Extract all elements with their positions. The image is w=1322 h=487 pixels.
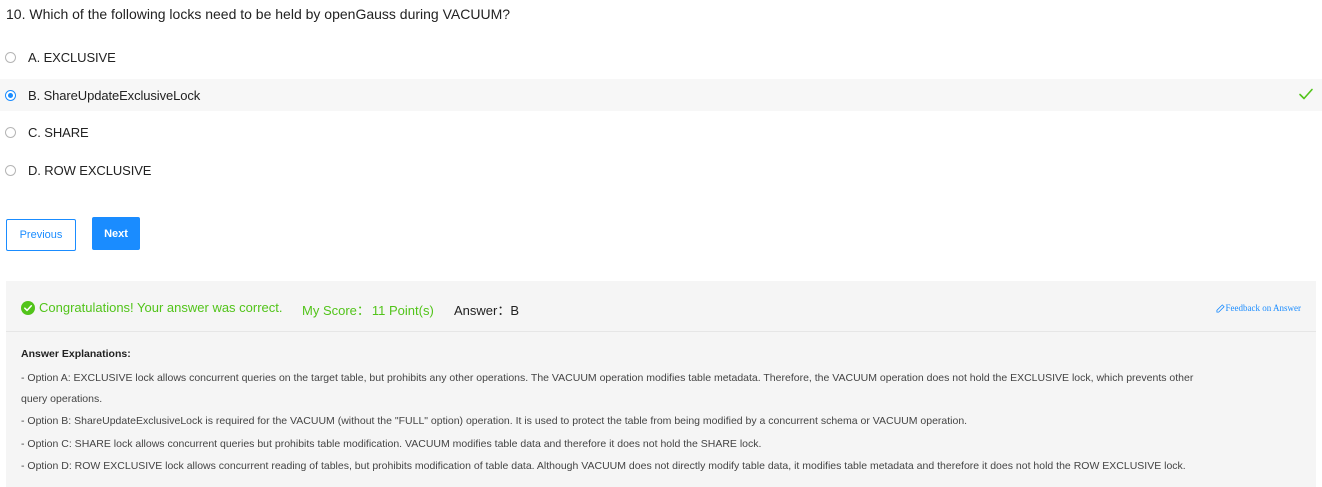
result-panel: Congratulations! Your answer was correct… (6, 281, 1316, 487)
radio-button-checked[interactable] (5, 89, 16, 101)
radio-button[interactable] (5, 51, 16, 63)
explanation-line: - Option B: ShareUpdateExclusiveLock is … (21, 415, 968, 427)
explanation-line: - Option C: SHARE lock allows concurrent… (21, 438, 762, 450)
radio-button[interactable] (5, 126, 16, 138)
answer-label: Answer： (454, 303, 511, 318)
congrats-message: Congratulations! Your answer was correct… (21, 300, 283, 315)
answer-value: B (510, 303, 520, 318)
explanation-line: - Option A: EXCLUSIVE lock allows concur… (21, 372, 1194, 384)
check-circle-icon (21, 300, 35, 315)
option-d[interactable]: D. ROW EXCLUSIVE (0, 154, 1322, 186)
option-label: A. EXCLUSIVE (28, 49, 116, 65)
question-title: 10. Which of the following locks need to… (6, 6, 511, 22)
score-label: My Score： (302, 303, 370, 318)
feedback-link[interactable]: Feedback on Answer (1216, 303, 1301, 313)
option-label: C. SHARE (28, 124, 89, 140)
option-label: D. ROW EXCLUSIVE (28, 162, 152, 178)
option-b[interactable]: B. ShareUpdateExclusiveLock (0, 79, 1322, 111)
check-icon (1299, 88, 1313, 100)
edit-icon (1216, 303, 1225, 313)
option-c[interactable]: C. SHARE (0, 116, 1322, 148)
score: My Score： 11 Point(s) (302, 300, 434, 319)
explanation-line: - Option D: ROW EXCLUSIVE lock allows co… (21, 460, 1186, 472)
option-label: B. ShareUpdateExclusiveLock (28, 87, 201, 103)
radio-button[interactable] (5, 164, 16, 176)
answer: Answer：B (454, 300, 519, 319)
feedback-label: Feedback on Answer (1225, 303, 1301, 313)
explanation-title: Answer Explanations: (21, 348, 131, 360)
option-a[interactable]: A. EXCLUSIVE (0, 41, 1322, 73)
result-header: Congratulations! Your answer was correct… (6, 281, 1316, 332)
previous-button[interactable]: Previous (6, 219, 76, 251)
next-button[interactable]: Next (92, 217, 140, 250)
explanation-line: query operations. (21, 393, 103, 405)
score-value: 11 Point(s) (371, 303, 434, 318)
congrats-text: Congratulations! Your answer was correct… (39, 300, 283, 315)
